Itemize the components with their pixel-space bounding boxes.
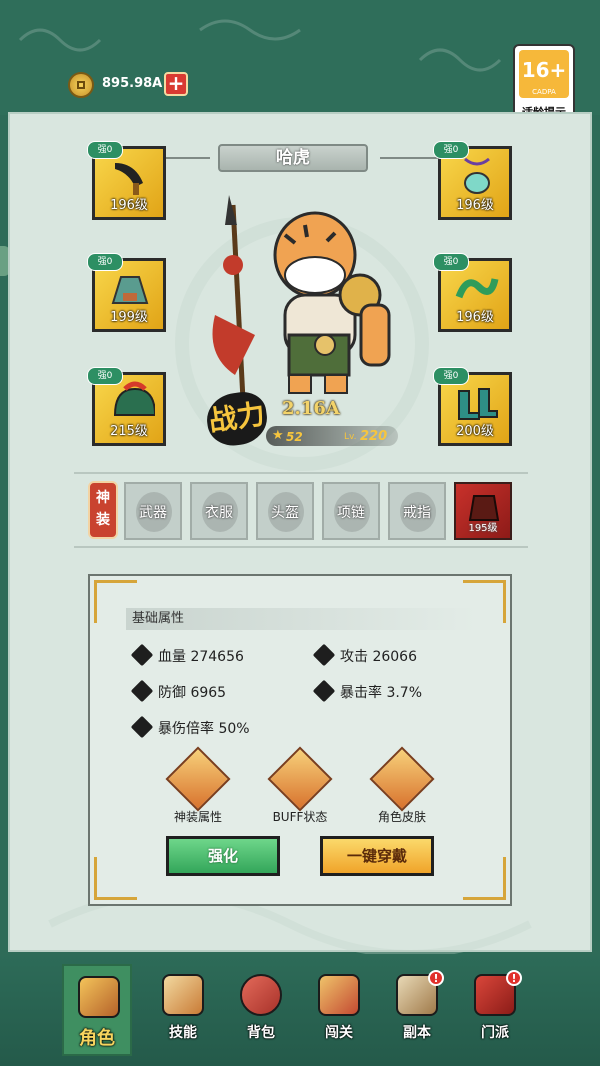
equip-slot-necklace[interactable]: 强0 196级 [433, 253, 512, 332]
alert-badge: ! [506, 970, 522, 986]
base-stats-title: 基础属性 [126, 608, 476, 630]
corner-ornament [463, 857, 506, 900]
divine-slot-clothes[interactable]: 衣服 [190, 482, 248, 540]
dagger-icon [115, 163, 143, 195]
shield-icon [130, 679, 154, 703]
star-count: 52 [286, 430, 303, 444]
nav-dungeon[interactable]: ! 副本 [382, 964, 452, 1056]
cloud-pattern [18, 19, 502, 72]
nav-character[interactable]: 角色 [62, 964, 132, 1056]
hero-level: 220 [360, 429, 388, 444]
nav-label: 背包 [247, 1025, 275, 1041]
divine-attributes-button[interactable]: 神装属性 [158, 746, 238, 825]
buff-icon [267, 746, 333, 812]
divine-slot-weapon[interactable]: 武器 [124, 482, 182, 540]
nav-label: 副本 [403, 1025, 431, 1041]
bag-icon [240, 974, 282, 1016]
nav-skill[interactable]: 技能 [148, 964, 218, 1056]
stat-crit-rate-text: 暴击率 3.7% [340, 685, 423, 701]
divine-level: 195级 [468, 523, 498, 534]
equip-slot-boots[interactable]: 强0 200级 [433, 367, 512, 446]
level-label: Lv. [344, 432, 357, 442]
stat-attack: 攻击 26066 [312, 643, 417, 667]
battle-icon [318, 974, 360, 1016]
necklace-icon [455, 278, 499, 299]
alert-badge: ! [428, 970, 444, 986]
add-currency-button[interactable]: + [164, 72, 188, 96]
nav-bag[interactable]: 背包 [226, 964, 296, 1056]
equip-level: 215级 [110, 424, 148, 439]
stat-defense-text: 防御 6965 [158, 685, 227, 701]
stat-crit-rate: 暴击率 3.7% [312, 679, 423, 703]
character-icon [78, 976, 120, 1018]
enhance-button[interactable]: 强化 [166, 836, 280, 876]
slot-label: 武器 [139, 505, 167, 521]
coin-icon [68, 72, 94, 98]
nav-sect[interactable]: ! 门派 [460, 964, 530, 1056]
crit-damage-icon [130, 715, 154, 739]
star-icon: ★ [272, 428, 284, 443]
slot-label: 衣服 [205, 505, 233, 521]
character-skin-button[interactable]: 角色皮肤 [362, 746, 442, 825]
divine-slot-ring[interactable]: 戒指 [388, 482, 446, 540]
equip-all-button[interactable]: 一键穿戴 [320, 836, 434, 876]
stat-hp: 血量 274656 [130, 643, 244, 667]
heart-icon [130, 643, 154, 667]
stat-crit-mult-text: 暴伤倍率 50% [158, 721, 250, 737]
nav-label: 技能 [169, 1025, 197, 1041]
currency-amount: 895.98A [102, 76, 163, 91]
nav-label: 门派 [481, 1025, 509, 1041]
equip-level: 196级 [456, 198, 494, 213]
slot-label: 头盔 [271, 505, 299, 521]
equip-slot-helmet[interactable]: 强0 215级 [87, 367, 166, 446]
stat-hp-text: 血量 274656 [158, 649, 244, 665]
divine-armor-icon [468, 495, 500, 521]
boots-icon [458, 388, 498, 420]
stat-defense: 防御 6965 [130, 679, 227, 703]
equip-slot-amulet[interactable]: 强0 196级 [433, 141, 512, 220]
armor-icon [111, 276, 149, 304]
equip-slot-armor[interactable]: 强0 199级 [87, 253, 166, 332]
nav-battle[interactable]: 闯关 [304, 964, 374, 1056]
divine-equipment-label[interactable]: 神装 [88, 481, 118, 539]
nav-label: 闯关 [325, 1025, 353, 1041]
equip-level: 200级 [456, 424, 494, 439]
slot-label: 项链 [337, 505, 365, 521]
equip-level: 196级 [110, 198, 148, 213]
hero-name: 哈虎 [218, 144, 368, 172]
power-value: 2.16A [282, 398, 340, 419]
tiger-hero-figure [212, 195, 391, 401]
equip-slot-weapon[interactable]: 强0 196级 [87, 141, 166, 220]
equip-level: 196级 [456, 310, 494, 325]
nav-label: 角色 [79, 1028, 115, 1049]
equip-level: 199级 [110, 310, 148, 325]
amulet-icon [464, 157, 490, 194]
stat-attack-text: 攻击 26066 [340, 649, 417, 665]
corner-ornament [94, 857, 137, 900]
divine-slot-equipped[interactable]: 195级 [454, 482, 512, 540]
helmet-icon [113, 381, 155, 416]
sword-icon [312, 643, 336, 667]
divine-attributes-icon [165, 746, 231, 812]
divine-slot-necklace[interactable]: 项链 [322, 482, 380, 540]
crit-icon [312, 679, 336, 703]
skin-icon [369, 746, 435, 812]
slot-label: 戒指 [403, 505, 431, 521]
skill-icon [162, 974, 204, 1016]
rating-brand: CADPA [532, 88, 556, 96]
buff-status-button[interactable]: BUFF状态 [260, 746, 340, 825]
stat-crit-mult: 暴伤倍率 50% [130, 715, 250, 739]
divine-slot-helmet[interactable]: 头盔 [256, 482, 314, 540]
